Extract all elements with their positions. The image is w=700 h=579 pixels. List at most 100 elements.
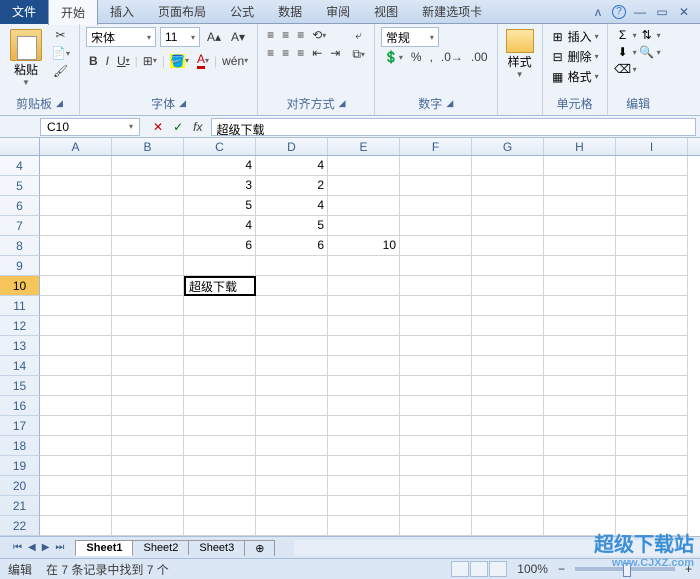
format-painter-button[interactable]: 🖌 bbox=[48, 63, 73, 79]
select-all-corner[interactable] bbox=[0, 138, 40, 155]
cell-B19[interactable] bbox=[112, 456, 184, 476]
cell-C17[interactable] bbox=[184, 416, 256, 436]
row-header-22[interactable]: 22 bbox=[0, 516, 40, 536]
border-button[interactable]: ⊞▾ bbox=[140, 53, 160, 69]
cell-A11[interactable] bbox=[40, 296, 112, 316]
align-right-button[interactable]: ≡ bbox=[294, 45, 307, 61]
cell-G10[interactable] bbox=[472, 276, 544, 296]
cell-H17[interactable] bbox=[544, 416, 616, 436]
cell-G13[interactable] bbox=[472, 336, 544, 356]
cell-G20[interactable] bbox=[472, 476, 544, 496]
row-header-19[interactable]: 19 bbox=[0, 456, 40, 476]
align-top-button[interactable]: ≡ bbox=[264, 27, 277, 43]
cell-E8[interactable]: 10 bbox=[328, 236, 400, 256]
cell-B17[interactable] bbox=[112, 416, 184, 436]
cell-E19[interactable] bbox=[328, 456, 400, 476]
cell-E9[interactable] bbox=[328, 256, 400, 276]
cell-E14[interactable] bbox=[328, 356, 400, 376]
cell-B10[interactable] bbox=[112, 276, 184, 296]
formula-input[interactable]: 超级下载 bbox=[211, 118, 696, 136]
cell-I20[interactable] bbox=[616, 476, 688, 496]
cell-C9[interactable] bbox=[184, 256, 256, 276]
cell-G18[interactable] bbox=[472, 436, 544, 456]
cell-H11[interactable] bbox=[544, 296, 616, 316]
cut-button[interactable]: ✂ bbox=[48, 27, 73, 43]
cell-F6[interactable] bbox=[400, 196, 472, 216]
cell-G12[interactable] bbox=[472, 316, 544, 336]
cell-G5[interactable] bbox=[472, 176, 544, 196]
cell-A7[interactable] bbox=[40, 216, 112, 236]
underline-button[interactable]: U▾ bbox=[114, 53, 133, 69]
cell-E20[interactable] bbox=[328, 476, 400, 496]
cell-C20[interactable] bbox=[184, 476, 256, 496]
cell-E11[interactable] bbox=[328, 296, 400, 316]
increase-decimal-button[interactable]: .0→ bbox=[438, 49, 466, 65]
cell-H19[interactable] bbox=[544, 456, 616, 476]
cell-G11[interactable] bbox=[472, 296, 544, 316]
cell-C4[interactable]: 4 bbox=[184, 156, 256, 176]
fx-button[interactable]: fx bbox=[190, 119, 205, 135]
minimize-icon[interactable]: — bbox=[632, 4, 648, 20]
cell-D11[interactable] bbox=[256, 296, 328, 316]
cell-H10[interactable] bbox=[544, 276, 616, 296]
cell-I9[interactable] bbox=[616, 256, 688, 276]
row-header-20[interactable]: 20 bbox=[0, 476, 40, 496]
row-header-13[interactable]: 13 bbox=[0, 336, 40, 356]
cell-H8[interactable] bbox=[544, 236, 616, 256]
cell-H9[interactable] bbox=[544, 256, 616, 276]
row-header-21[interactable]: 21 bbox=[0, 496, 40, 516]
cell-F22[interactable] bbox=[400, 516, 472, 536]
sheet-nav-prev[interactable]: ◀ bbox=[25, 542, 39, 553]
cell-G15[interactable] bbox=[472, 376, 544, 396]
cell-I21[interactable] bbox=[616, 496, 688, 516]
cell-C22[interactable] bbox=[184, 516, 256, 536]
cell-A8[interactable] bbox=[40, 236, 112, 256]
column-header-G[interactable]: G bbox=[472, 138, 544, 155]
cell-C10[interactable]: 超级下载 bbox=[184, 276, 256, 296]
sheet-tab-1[interactable]: Sheet1 bbox=[75, 540, 133, 556]
cell-A5[interactable] bbox=[40, 176, 112, 196]
cell-D22[interactable] bbox=[256, 516, 328, 536]
number-expander-icon[interactable]: ◢ bbox=[446, 98, 453, 109]
decrease-decimal-button[interactable]: .00 bbox=[468, 49, 491, 65]
cell-A18[interactable] bbox=[40, 436, 112, 456]
number-format-select[interactable]: 常规▾ bbox=[381, 27, 439, 47]
tab-layout[interactable]: 页面布局 bbox=[146, 0, 218, 24]
tab-formulas[interactable]: 公式 bbox=[218, 0, 266, 24]
cell-D17[interactable] bbox=[256, 416, 328, 436]
row-header-16[interactable]: 16 bbox=[0, 396, 40, 416]
cell-D20[interactable] bbox=[256, 476, 328, 496]
insert-cells-button[interactable]: ⊞插入▾ bbox=[549, 27, 601, 46]
cell-F13[interactable] bbox=[400, 336, 472, 356]
italic-button[interactable]: I bbox=[103, 53, 112, 69]
cell-A9[interactable] bbox=[40, 256, 112, 276]
cell-G21[interactable] bbox=[472, 496, 544, 516]
cell-G22[interactable] bbox=[472, 516, 544, 536]
grow-font-button[interactable]: A▴ bbox=[204, 29, 224, 45]
cell-B16[interactable] bbox=[112, 396, 184, 416]
cell-F4[interactable] bbox=[400, 156, 472, 176]
cell-B14[interactable] bbox=[112, 356, 184, 376]
align-center-button[interactable]: ≡ bbox=[279, 45, 292, 61]
zoom-out-button[interactable]: − bbox=[558, 562, 565, 576]
cell-I7[interactable] bbox=[616, 216, 688, 236]
cell-A10[interactable] bbox=[40, 276, 112, 296]
tab-data[interactable]: 数据 bbox=[266, 0, 314, 24]
font-name-select[interactable]: 宋体▾ bbox=[86, 27, 156, 47]
cell-A15[interactable] bbox=[40, 376, 112, 396]
cell-B22[interactable] bbox=[112, 516, 184, 536]
cell-G6[interactable] bbox=[472, 196, 544, 216]
cell-I11[interactable] bbox=[616, 296, 688, 316]
cell-C16[interactable] bbox=[184, 396, 256, 416]
column-header-F[interactable]: F bbox=[400, 138, 472, 155]
view-layout-button[interactable] bbox=[470, 561, 488, 577]
cell-G14[interactable] bbox=[472, 356, 544, 376]
cell-A20[interactable] bbox=[40, 476, 112, 496]
cell-E5[interactable] bbox=[328, 176, 400, 196]
cell-E13[interactable] bbox=[328, 336, 400, 356]
row-header-8[interactable]: 8 bbox=[0, 236, 40, 256]
confirm-edit-button[interactable]: ✓ bbox=[170, 119, 186, 135]
sheet-nav-next[interactable]: ▶ bbox=[39, 542, 53, 553]
cell-H12[interactable] bbox=[544, 316, 616, 336]
cell-A17[interactable] bbox=[40, 416, 112, 436]
